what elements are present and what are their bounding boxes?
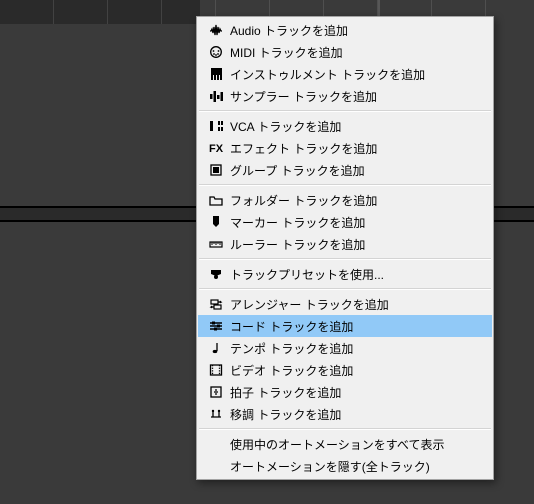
transpose-icon (204, 403, 228, 425)
menu-item-marker[interactable]: マーカー トラックを追加 (198, 211, 492, 233)
menu-item-label: エフェクト トラックを追加 (228, 140, 484, 157)
menu-item-audio[interactable]: Audio トラックを追加 (198, 19, 492, 41)
menu-item-label: グループ トラックを追加 (228, 162, 484, 179)
video-icon (204, 359, 228, 381)
menu-item-label: ルーラー トラックを追加 (228, 236, 484, 253)
menu-item-label: サンプラー トラックを追加 (228, 88, 484, 105)
preset-icon (204, 263, 228, 285)
menu-item-label: マーカー トラックを追加 (228, 214, 484, 231)
menu-item-label: 拍子 トラックを追加 (228, 384, 484, 401)
menu-item-label: コード トラックを追加 (228, 318, 484, 335)
group-icon (204, 159, 228, 181)
menu-item-video[interactable]: ビデオ トラックを追加 (198, 359, 492, 381)
fx-icon (204, 137, 228, 159)
menu-item-label: ビデオ トラックを追加 (228, 362, 484, 379)
menu-item-tempo[interactable]: テンポ トラックを追加 (198, 337, 492, 359)
menu-item-ruler[interactable]: ルーラー トラックを追加 (198, 233, 492, 255)
menu-item-midi[interactable]: MIDI トラックを追加 (198, 41, 492, 63)
menu-item-label: アレンジャー トラックを追加 (228, 296, 484, 313)
midi-icon (204, 41, 228, 63)
menu-item-folder[interactable]: フォルダー トラックを追加 (198, 189, 492, 211)
menu-item-automation-22[interactable]: 使用中のオートメーションをすべて表示 (198, 433, 492, 455)
menu-item-label: 移調 トラックを追加 (228, 406, 484, 423)
menu-item-label: テンポ トラックを追加 (228, 340, 484, 357)
menu-item-vca[interactable]: VCA トラックを追加 (198, 115, 492, 137)
menu-item-fx[interactable]: エフェクト トラックを追加 (198, 137, 492, 159)
menu-item-preset[interactable]: トラックプリセットを使用... (198, 263, 492, 285)
vca-icon (204, 115, 228, 137)
menu-item-signature[interactable]: 拍子 トラックを追加 (198, 381, 492, 403)
menu-item-label: フォルダー トラックを追加 (228, 192, 484, 209)
folder-icon (204, 189, 228, 211)
menu-separator (199, 288, 491, 290)
menu-separator (199, 428, 491, 430)
menu-item-chord[interactable]: コード トラックを追加 (198, 315, 492, 337)
arranger-icon (204, 293, 228, 315)
menu-item-transpose[interactable]: 移調 トラックを追加 (198, 403, 492, 425)
menu-item-label: Audio トラックを追加 (228, 22, 484, 39)
chord-icon (204, 315, 228, 337)
menu-item-label: MIDI トラックを追加 (228, 44, 484, 61)
instrument-icon (204, 63, 228, 85)
ruler-icon (204, 233, 228, 255)
menu-item-instrument[interactable]: インストゥルメント トラックを追加 (198, 63, 492, 85)
menu-item-label: VCA トラックを追加 (228, 118, 484, 135)
sampler-icon (204, 85, 228, 107)
menu-item-sampler[interactable]: サンプラー トラックを追加 (198, 85, 492, 107)
menu-item-group[interactable]: グループ トラックを追加 (198, 159, 492, 181)
menu-item-arranger[interactable]: アレンジャー トラックを追加 (198, 293, 492, 315)
menu-item-label: インストゥルメント トラックを追加 (228, 66, 484, 83)
audio-icon (204, 19, 228, 41)
menu-separator (199, 184, 491, 186)
marker-icon (204, 211, 228, 233)
menu-item-label: トラックプリセットを使用... (228, 266, 484, 283)
menu-item-automation-23[interactable]: オートメーションを隠す(全トラック) (198, 455, 492, 477)
menu-item-label: 使用中のオートメーションをすべて表示 (228, 436, 484, 453)
menu-item-label: オートメーションを隠す(全トラック) (228, 458, 484, 475)
menu-separator (199, 110, 491, 112)
menu-separator (199, 258, 491, 260)
signature-icon (204, 381, 228, 403)
context-menu: Audio トラックを追加 MIDI トラックを追加インストゥルメント トラックを… (196, 16, 494, 480)
tempo-icon (204, 337, 228, 359)
